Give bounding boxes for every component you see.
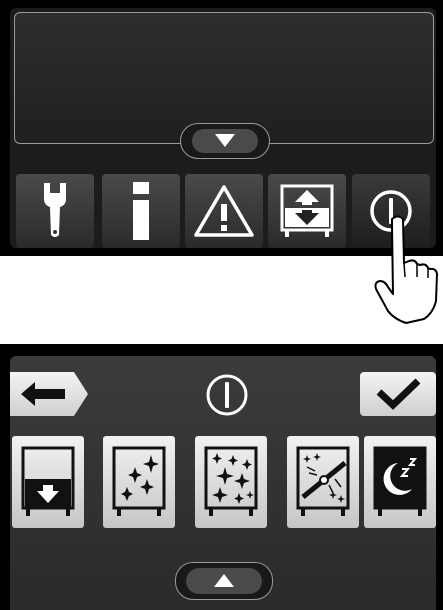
- arrow-left-icon: [21, 382, 67, 406]
- mode-sleep-button[interactable]: [364, 436, 436, 528]
- chevron-down-icon: [192, 129, 258, 153]
- sparkle-few-icon: [111, 445, 167, 519]
- mode-sparkle-heavy-button[interactable]: [195, 436, 267, 528]
- mode-sparkle-light-button[interactable]: [103, 436, 175, 528]
- checkmark-icon: [375, 378, 421, 410]
- broom-clean-icon: [295, 445, 351, 519]
- warning-icon: [193, 184, 255, 238]
- sparkle-many-icon: [203, 445, 259, 519]
- wrench-icon: [40, 183, 70, 239]
- chevron-up-icon: [186, 568, 262, 594]
- up-down-arrows-icon: [279, 183, 335, 239]
- expand-tab[interactable]: [180, 123, 270, 159]
- bottom-device-frame: [0, 344, 443, 610]
- top-screen: [10, 8, 436, 248]
- settings-button[interactable]: [16, 174, 94, 248]
- lift-button[interactable]: [268, 174, 346, 248]
- hand-pointer-icon: [374, 215, 440, 327]
- bed-down-icon: [20, 445, 76, 519]
- back-button[interactable]: [10, 372, 88, 416]
- mode-down-button[interactable]: [12, 436, 84, 528]
- mode-clean-button[interactable]: [287, 436, 359, 528]
- bottom-screen: [10, 356, 436, 610]
- power-icon: [204, 372, 250, 418]
- warning-button[interactable]: [185, 174, 263, 248]
- info-button[interactable]: [102, 174, 180, 248]
- info-icon: [131, 182, 151, 240]
- moon-sleep-icon: [372, 445, 428, 519]
- collapse-tab[interactable]: [175, 562, 273, 600]
- confirm-button[interactable]: [360, 372, 436, 416]
